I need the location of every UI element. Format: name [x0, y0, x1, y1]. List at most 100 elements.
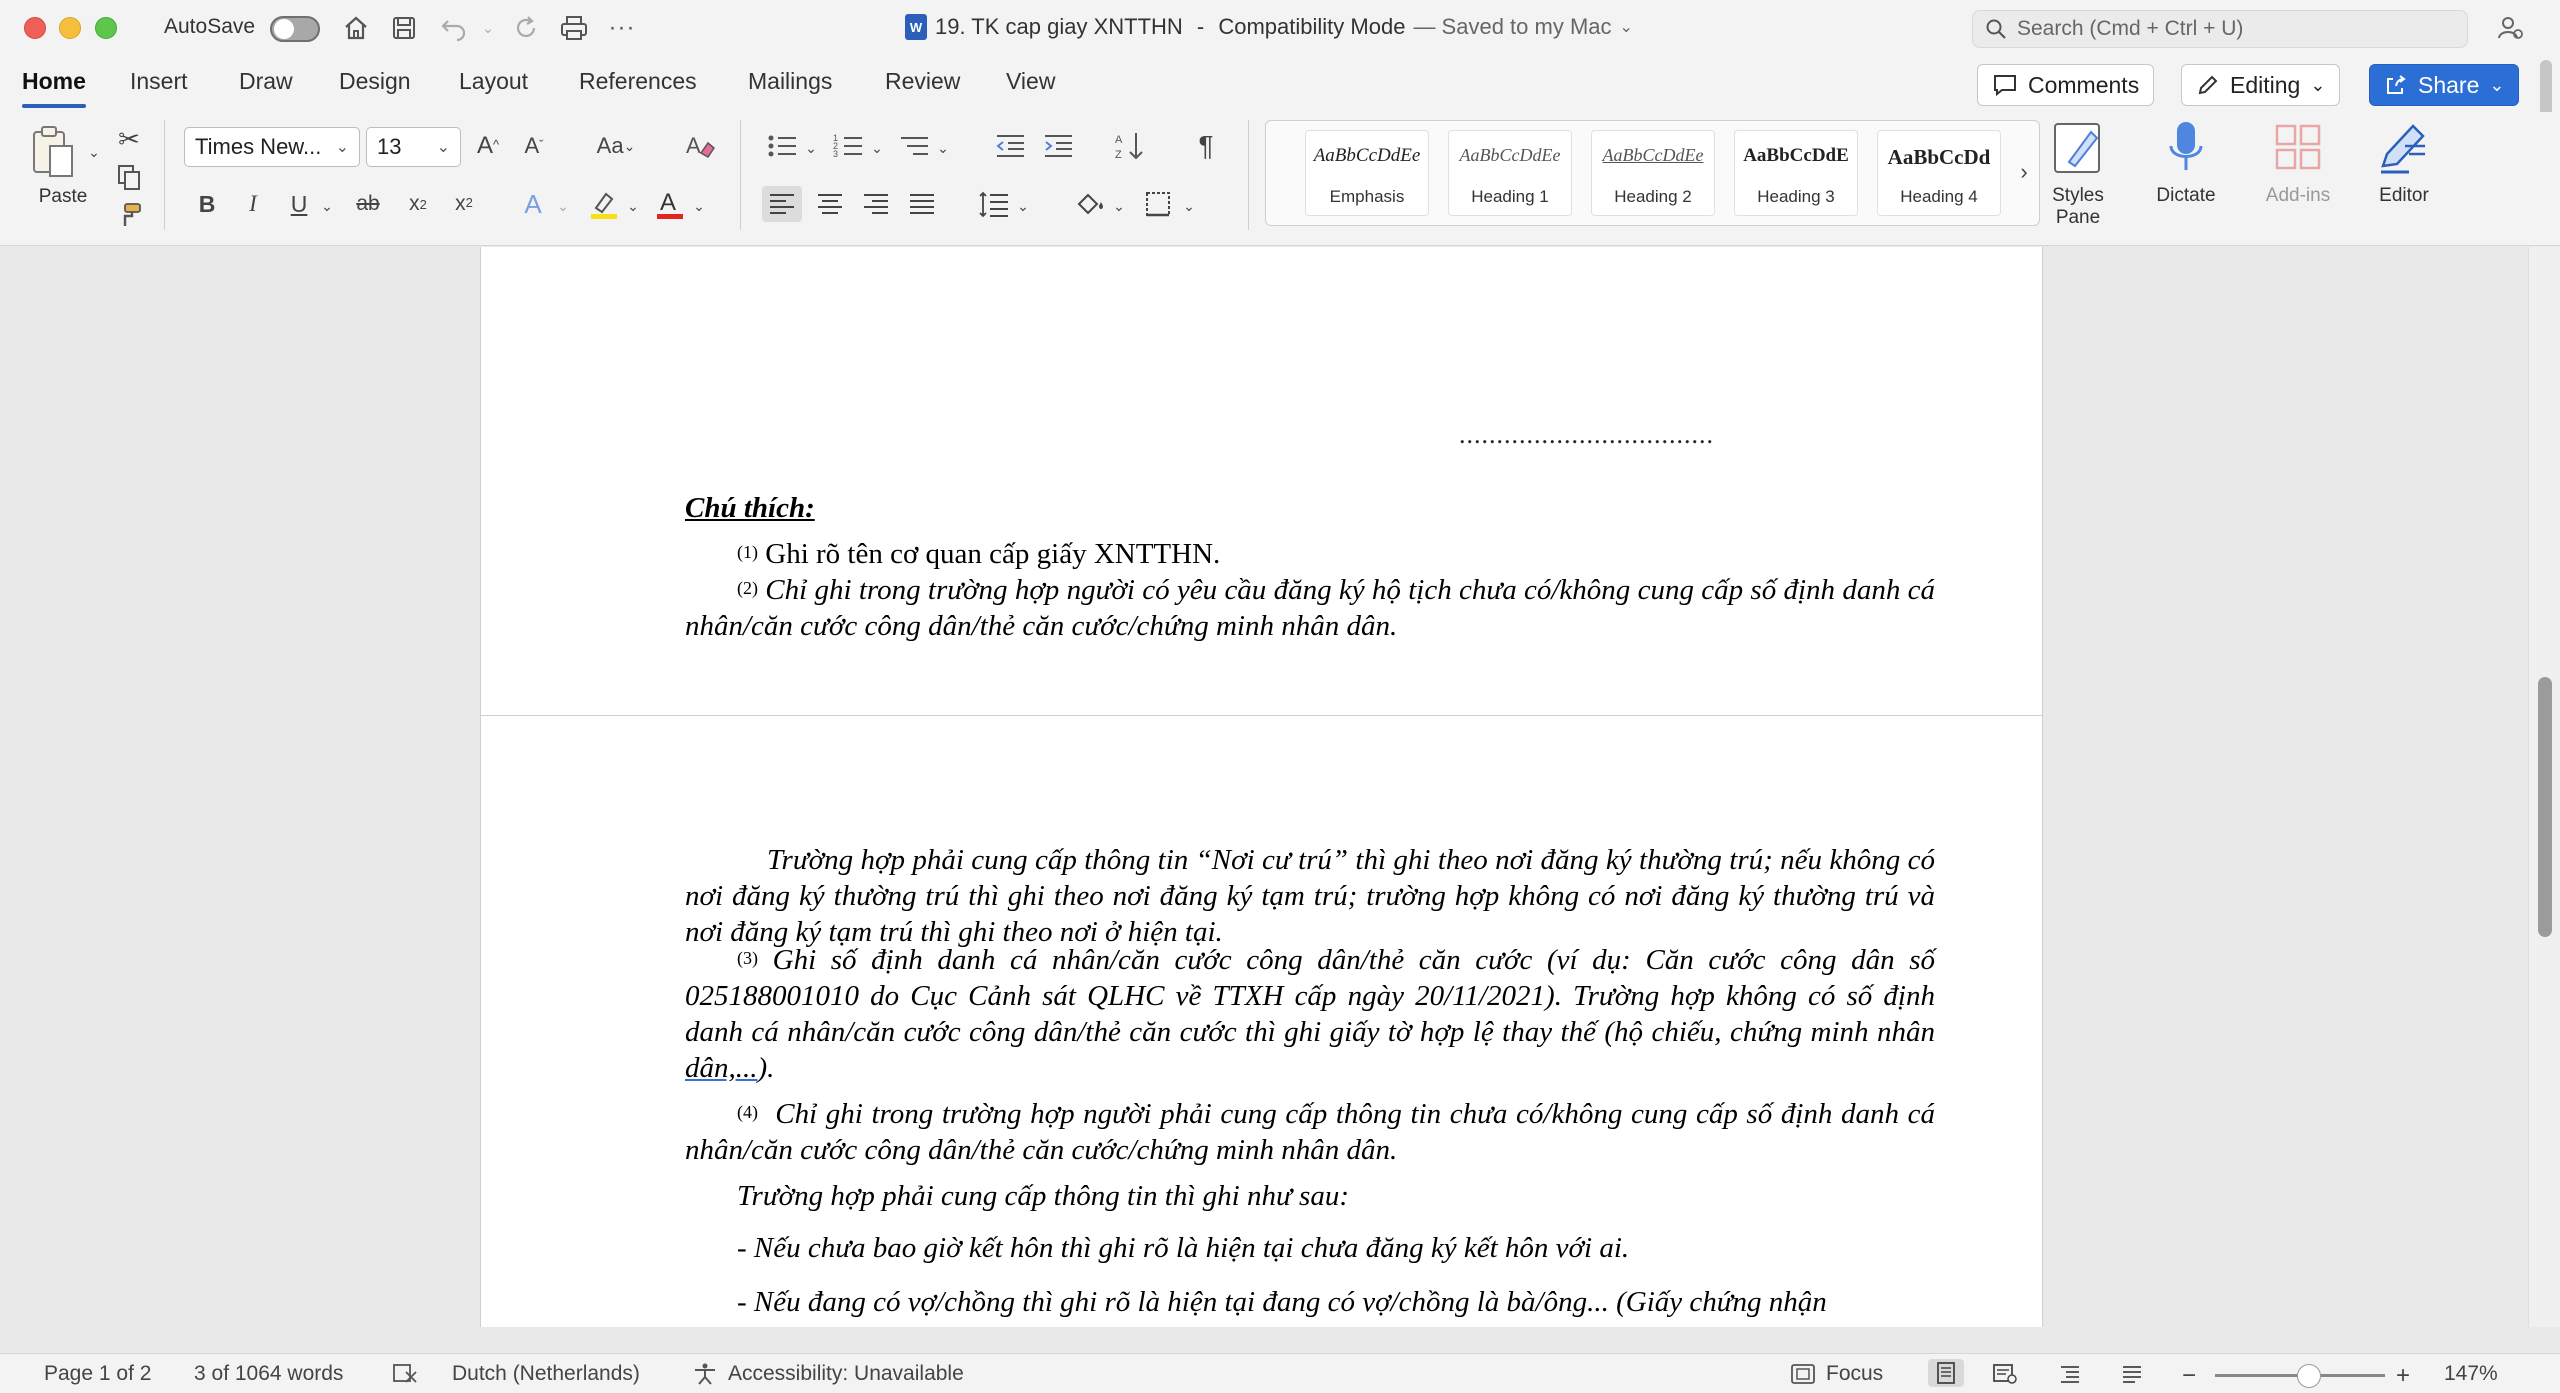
underline-icon[interactable]: U — [282, 186, 316, 222]
tab-review[interactable]: Review — [885, 68, 960, 95]
draft-view-icon[interactable] — [2120, 1362, 2144, 1386]
style-emphasis[interactable]: AaBbCcDdEe Emphasis — [1305, 130, 1429, 216]
justify-icon[interactable] — [902, 186, 942, 222]
zoom-in-icon[interactable]: + — [2396, 1362, 2410, 1390]
web-layout-view-icon[interactable] — [1992, 1362, 2018, 1386]
document-canvas[interactable]: .................................. Chú t… — [0, 247, 2528, 1327]
outline-view-icon[interactable] — [2058, 1362, 2082, 1386]
numbering-icon[interactable]: 123 — [828, 128, 868, 164]
zoom-slider[interactable] — [2215, 1364, 2385, 1388]
strikethrough-icon[interactable]: ab — [350, 186, 386, 222]
font-name-select[interactable]: Times New... ⌄ — [184, 127, 360, 167]
vertical-scrollbar[interactable] — [2528, 247, 2560, 1327]
style-heading-3[interactable]: AaBbCcDdE Heading 3 — [1734, 130, 1858, 216]
align-right-icon[interactable] — [856, 186, 896, 222]
style-heading-4[interactable]: AaBbCcDd Heading 4 — [1877, 130, 2001, 216]
zoom-slider-knob[interactable] — [2296, 1364, 2321, 1388]
styles-pane-button[interactable]: Styles Pane — [2046, 118, 2110, 229]
search-input[interactable] — [2017, 17, 2437, 41]
line-spacing-icon[interactable] — [974, 186, 1014, 222]
minimize-window-button[interactable] — [59, 17, 81, 39]
paste-dropdown-icon[interactable]: ⌄ — [84, 142, 104, 162]
subscript-icon[interactable]: x2 — [400, 186, 436, 222]
highlight-dropdown-icon[interactable]: ⌄ — [624, 192, 642, 220]
proofing-status[interactable] — [392, 1362, 418, 1384]
copy-icon[interactable] — [112, 160, 146, 194]
accessibility-status[interactable]: Accessibility: Unavailable — [692, 1362, 964, 1386]
increase-indent-icon[interactable] — [1038, 128, 1078, 164]
redo-icon[interactable] — [508, 10, 544, 46]
multilevel-dropdown-icon[interactable]: ⌄ — [934, 134, 952, 162]
cut-icon[interactable]: ✂ — [112, 122, 146, 156]
numbering-dropdown-icon[interactable]: ⌄ — [868, 134, 886, 162]
spelling-flag[interactable]: dân,... — [685, 1052, 758, 1084]
decrease-indent-icon[interactable] — [990, 128, 1030, 164]
align-left-icon[interactable] — [762, 186, 802, 222]
highlight-color-icon[interactable] — [584, 186, 624, 222]
line-spacing-dropdown-icon[interactable]: ⌄ — [1014, 192, 1032, 220]
page-2[interactable]: Trường hợp phải cung cấp thông tin “Nơi … — [480, 715, 2043, 1327]
home-icon[interactable] — [338, 10, 374, 46]
tab-view[interactable]: View — [1006, 68, 1055, 95]
editor-button[interactable]: Editor — [2362, 118, 2446, 207]
scrollbar-thumb[interactable] — [2538, 677, 2552, 937]
borders-icon[interactable] — [1138, 186, 1178, 222]
search-box[interactable] — [1972, 10, 2468, 48]
autosave-toggle[interactable] — [270, 16, 320, 42]
tab-insert[interactable]: Insert — [130, 68, 188, 95]
zoom-window-button[interactable] — [95, 17, 117, 39]
undo-dropdown-icon[interactable]: ⌄ — [470, 10, 506, 46]
print-icon[interactable] — [556, 10, 592, 46]
tab-home[interactable]: Home — [22, 68, 86, 108]
font-color-dropdown-icon[interactable]: ⌄ — [690, 192, 708, 220]
save-icon[interactable] — [386, 10, 422, 46]
zoom-out-icon[interactable]: − — [2182, 1362, 2196, 1390]
superscript-icon[interactable]: x2 — [446, 186, 482, 222]
page-count[interactable]: Page 1 of 2 — [44, 1362, 151, 1386]
document-title[interactable]: W 19. TK cap giay XNTTHN - Compatibility… — [905, 14, 1633, 40]
underline-dropdown-icon[interactable]: ⌄ — [318, 192, 336, 220]
shading-dropdown-icon[interactable]: ⌄ — [1110, 192, 1128, 220]
comments-button[interactable]: Comments — [1977, 64, 2155, 106]
bullets-dropdown-icon[interactable]: ⌄ — [802, 134, 820, 162]
undo-icon[interactable] — [436, 10, 472, 46]
more-icon[interactable]: ··· — [604, 10, 640, 46]
print-layout-view-icon[interactable] — [1928, 1359, 1964, 1387]
zoom-level[interactable]: 147% — [2444, 1362, 2498, 1386]
text-effects-icon[interactable]: A — [512, 186, 554, 222]
chevron-right-icon[interactable]: › — [2012, 157, 2036, 187]
increase-font-size-icon[interactable]: A ^ — [470, 128, 506, 164]
share-button[interactable]: Share ⌄ — [2369, 64, 2520, 106]
style-heading-2[interactable]: AaBbCcDdEe Heading 2 — [1591, 130, 1715, 216]
format-painter-icon[interactable] — [112, 198, 146, 232]
word-count[interactable]: 3 of 1064 words — [194, 1362, 343, 1386]
focus-button[interactable]: Focus — [1790, 1362, 1883, 1386]
tab-mailings[interactable]: Mailings — [748, 68, 832, 95]
paste-icon[interactable] — [28, 122, 78, 184]
shading-icon[interactable] — [1070, 186, 1110, 222]
show-formatting-marks-icon[interactable]: ¶ — [1186, 128, 1226, 164]
multilevel-list-icon[interactable] — [894, 128, 934, 164]
font-size-select[interactable]: 13 ⌄ — [366, 127, 461, 167]
clear-formatting-icon[interactable]: A — [680, 128, 720, 164]
borders-dropdown-icon[interactable]: ⌄ — [1180, 192, 1198, 220]
bold-icon[interactable]: B — [190, 186, 224, 222]
tab-design[interactable]: Design — [339, 68, 411, 95]
text-effects-dropdown-icon[interactable]: ⌄ — [554, 192, 572, 220]
decrease-font-size-icon[interactable]: Aˇ — [516, 128, 552, 164]
tab-references[interactable]: References — [579, 68, 697, 95]
bullets-icon[interactable] — [762, 128, 802, 164]
align-center-icon[interactable] — [810, 186, 850, 222]
dictate-button[interactable]: Dictate — [2146, 118, 2226, 207]
add-ins-button[interactable]: Add-ins — [2256, 118, 2340, 207]
font-color-icon[interactable]: A — [650, 186, 690, 222]
account-icon[interactable] — [2492, 10, 2528, 46]
change-case-icon[interactable]: Aa ⌄ — [586, 128, 646, 164]
italic-icon[interactable]: I — [236, 186, 270, 222]
sort-icon[interactable]: AZ — [1110, 128, 1150, 164]
tab-layout[interactable]: Layout — [459, 68, 528, 95]
editing-mode-button[interactable]: Editing ⌄ — [2181, 64, 2341, 106]
style-heading-1[interactable]: AaBbCcDdEe Heading 1 — [1448, 130, 1572, 216]
language-status[interactable]: Dutch (Netherlands) — [452, 1362, 640, 1386]
close-window-button[interactable] — [24, 17, 46, 39]
